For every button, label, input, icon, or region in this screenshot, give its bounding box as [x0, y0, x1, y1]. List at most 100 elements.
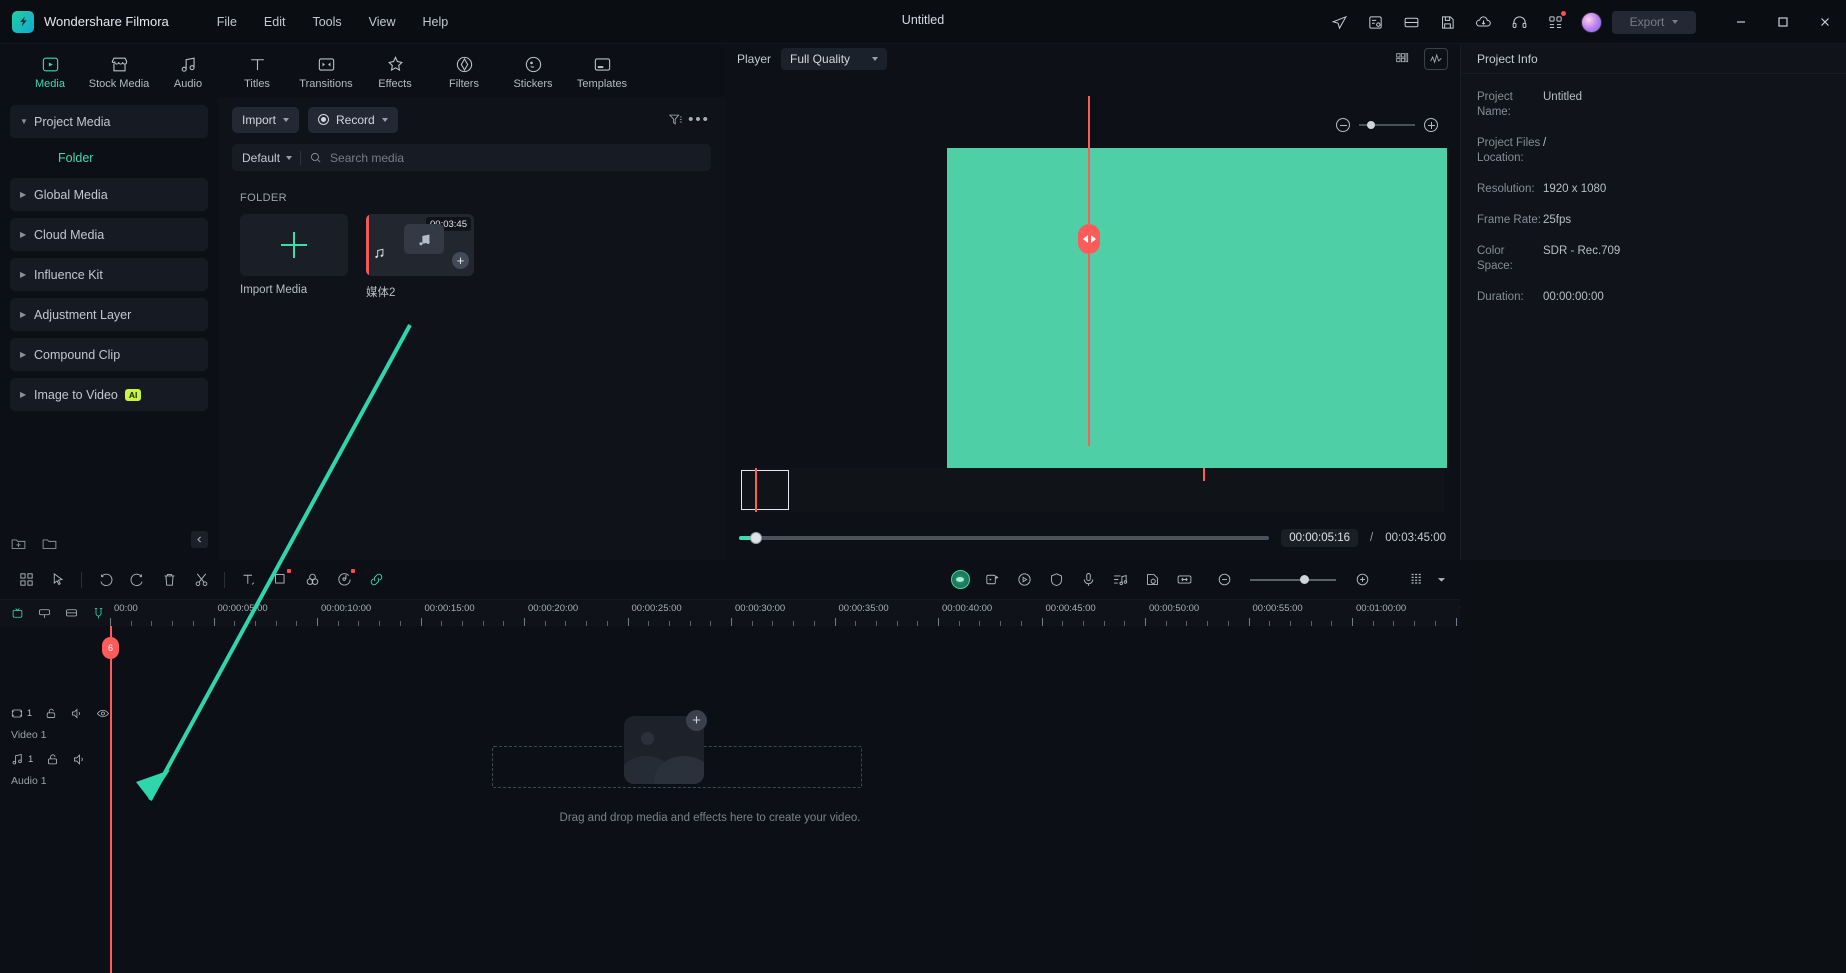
speed-icon[interactable] — [1008, 565, 1040, 595]
import-button[interactable]: Import — [232, 106, 300, 133]
player-zoom-control[interactable] — [1336, 118, 1438, 132]
text-icon[interactable] — [232, 565, 264, 595]
menu-file[interactable]: File — [205, 10, 249, 34]
mute-icon[interactable] — [70, 706, 84, 721]
ai-portrait-icon[interactable] — [944, 565, 976, 595]
menu-help[interactable]: Help — [411, 10, 461, 34]
tab-templates[interactable]: Templates — [570, 52, 634, 90]
marker-icon[interactable] — [37, 606, 52, 621]
minimize-icon[interactable] — [1720, 0, 1762, 44]
record-button[interactable]: Record — [308, 106, 398, 133]
grid-layout-icon[interactable] — [1390, 48, 1414, 70]
close-icon[interactable] — [1804, 0, 1846, 44]
filter-icon[interactable] — [663, 108, 687, 132]
snap-icon[interactable] — [91, 606, 106, 621]
new-folder-icon[interactable] — [10, 535, 27, 552]
send-icon[interactable] — [1324, 7, 1354, 37]
tab-audio[interactable]: Audio — [156, 52, 220, 90]
sidebar-item-image-to-video[interactable]: ▶ Image to Video AI — [10, 378, 208, 411]
color-icon[interactable] — [296, 565, 328, 595]
folder-icon[interactable] — [41, 535, 58, 552]
sidebar-subitem-folder[interactable]: Folder — [10, 145, 208, 171]
track-header-audio-1[interactable]: 1 Audio 1 — [0, 748, 110, 787]
media-item-audio[interactable]: 00:03:45 + 媒体2 — [366, 214, 474, 300]
audio-media-thumbnail[interactable]: 00:03:45 + — [366, 214, 474, 276]
media-item-import[interactable]: Import Media — [240, 214, 348, 300]
user-avatar[interactable] — [1581, 11, 1602, 33]
sidebar-item-compound-clip[interactable]: ▶ Compound Clip — [10, 338, 208, 371]
save-icon[interactable] — [1432, 7, 1462, 37]
chevron-down-icon[interactable] — [1432, 565, 1450, 595]
zoom-track[interactable] — [1250, 575, 1336, 584]
sidebar-item-influence-kit[interactable]: ▶ Influence Kit — [10, 258, 208, 291]
keyframe-icon[interactable] — [976, 565, 1008, 595]
tab-transitions[interactable]: Transitions — [294, 52, 358, 90]
menu-edit[interactable]: Edit — [252, 10, 298, 34]
maximize-icon[interactable] — [1762, 0, 1804, 44]
marker-menu-icon[interactable] — [1400, 565, 1432, 595]
scrubber-selection-box[interactable] — [741, 470, 789, 510]
export-button[interactable]: Export — [1612, 10, 1696, 34]
cloud-upload-icon[interactable] — [1468, 7, 1498, 37]
scrubber-playhead[interactable] — [755, 468, 757, 512]
zoom-in-icon[interactable] — [1424, 118, 1438, 132]
audio-mixer-icon[interactable] — [1104, 565, 1136, 595]
timeline-zoom-slider[interactable] — [1208, 565, 1378, 595]
tab-filters[interactable]: Filters — [432, 52, 496, 90]
menu-view[interactable]: View — [357, 10, 408, 34]
tab-stock-media[interactable]: Stock Media — [87, 52, 151, 90]
undo-icon[interactable] — [89, 565, 121, 595]
lock-icon[interactable] — [45, 752, 60, 767]
sort-select[interactable]: Default — [242, 151, 293, 165]
add-to-timeline-button[interactable]: + — [452, 252, 469, 269]
zoom-slider-knob[interactable] — [1367, 121, 1375, 129]
redo-icon[interactable] — [121, 565, 153, 595]
snapshot-icon[interactable] — [1136, 565, 1168, 595]
tab-titles[interactable]: Titles — [225, 52, 289, 90]
current-timecode[interactable]: 00:00:05:16 — [1281, 529, 1359, 547]
sidebar-item-adjustment-layer[interactable]: ▶ Adjustment Layer — [10, 298, 208, 331]
add-track-icon[interactable] — [10, 606, 25, 621]
search-input[interactable]: Search media — [330, 151, 404, 165]
voiceover-icon[interactable] — [1072, 565, 1104, 595]
timeline-ruler[interactable]: 00:00 00:00:05:00 00:00:10:00 00:00:15:00 00… — [0, 600, 1460, 626]
timeline-dropzone[interactable]: + Drag and drop media and effects here t… — [380, 708, 1040, 838]
search-bar[interactable]: Default Search media — [232, 144, 711, 171]
collapse-sidebar-button[interactable] — [191, 531, 208, 548]
progress-bar[interactable] — [739, 532, 1270, 544]
headset-support-icon[interactable] — [1504, 7, 1534, 37]
timeline-playhead[interactable]: 6 — [102, 626, 119, 973]
sidebar-item-project-media[interactable]: ▼ Project Media — [10, 105, 208, 138]
tracks-area[interactable]: 6 + Drag and drop media and effects here… — [102, 626, 1460, 973]
render-icon[interactable] — [64, 606, 79, 621]
task-list-icon[interactable] — [1360, 7, 1390, 37]
delete-icon[interactable] — [153, 565, 185, 595]
tab-effects[interactable]: Effects — [363, 52, 427, 90]
sidebar-item-cloud-media[interactable]: ▶ Cloud Media — [10, 218, 208, 251]
eye-icon[interactable] — [96, 706, 110, 721]
track-header-video-1[interactable]: 1 Video 1 — [0, 702, 110, 741]
zoom-in-icon[interactable] — [1346, 565, 1378, 595]
sidebar-item-global-media[interactable]: ▶ Global Media — [10, 178, 208, 211]
waveform-view-icon[interactable] — [1424, 48, 1448, 70]
fit-timeline-icon[interactable] — [1168, 565, 1200, 595]
cut-icon[interactable] — [185, 565, 217, 595]
audio-scrubber[interactable] — [741, 468, 1444, 512]
crop-icon[interactable] — [264, 565, 296, 595]
tab-stickers[interactable]: Stickers — [501, 52, 565, 90]
grid-view-icon[interactable] — [10, 565, 42, 595]
link-icon[interactable] — [360, 565, 392, 595]
lock-icon[interactable] — [44, 706, 58, 721]
mask-icon[interactable] — [1040, 565, 1072, 595]
player-playhead[interactable] — [1078, 96, 1100, 446]
import-media-thumbnail[interactable] — [240, 214, 348, 276]
playhead-drag-handle[interactable] — [1078, 224, 1100, 254]
tab-media[interactable]: Media — [18, 52, 82, 90]
apps-grid-icon[interactable] — [1540, 7, 1570, 37]
zoom-out-icon[interactable] — [1336, 118, 1350, 132]
zoom-out-icon[interactable] — [1208, 565, 1240, 595]
progress-knob[interactable] — [750, 532, 762, 544]
more-options-icon[interactable]: ••• — [687, 108, 711, 132]
layout-icon[interactable] — [1396, 7, 1426, 37]
zoom-knob[interactable] — [1300, 575, 1309, 584]
